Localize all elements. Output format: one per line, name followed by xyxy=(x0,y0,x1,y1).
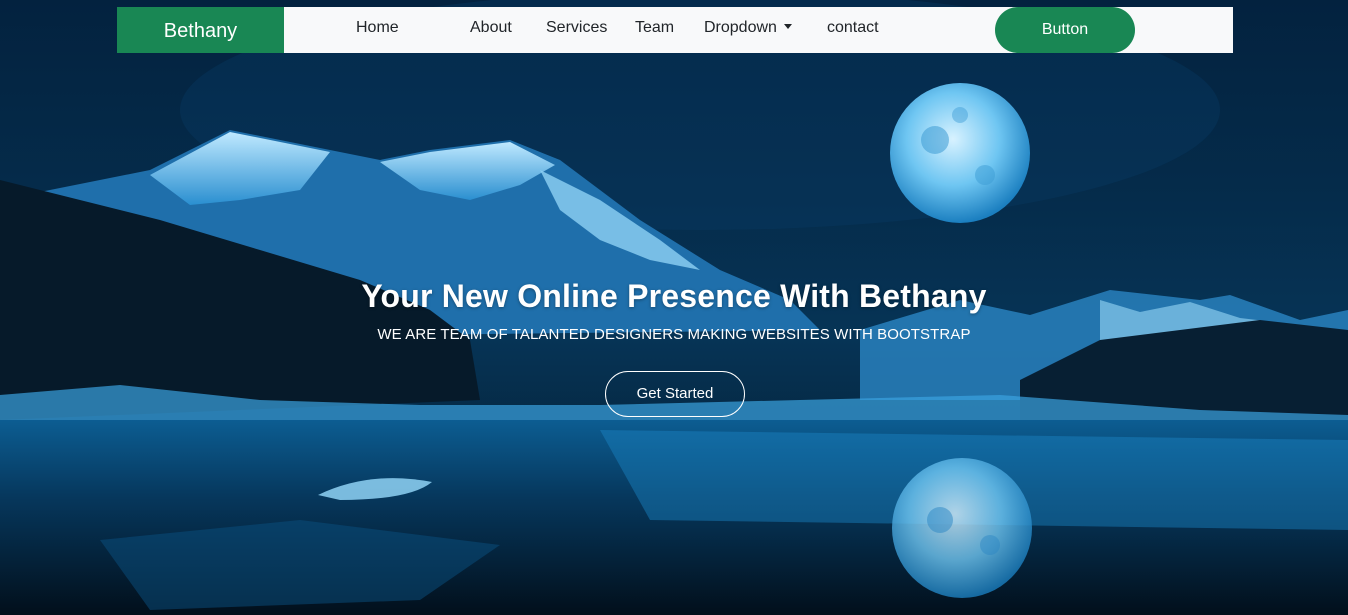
nav-dropdown-toggle[interactable]: Dropdown xyxy=(704,7,792,53)
nav-dropdown-label: Dropdown xyxy=(704,19,777,36)
nav-link-services[interactable]: Services xyxy=(546,7,607,53)
navbar: Bethany Home About Services Team Dropdow… xyxy=(117,7,1233,53)
brand-logo[interactable]: Bethany xyxy=(117,7,284,53)
hero-title: Your New Online Presence With Bethany xyxy=(361,278,987,314)
nav-link-contact[interactable]: contact xyxy=(827,7,879,53)
nav-link-about[interactable]: About xyxy=(470,7,512,53)
navbar-button[interactable]: Button xyxy=(995,7,1135,53)
hero-subtitle: WE ARE TEAM OF TALANTED DESIGNERS MAKING… xyxy=(377,326,971,343)
nav-link-team[interactable]: Team xyxy=(635,7,674,53)
caret-down-icon xyxy=(783,24,792,29)
hero-section: Bethany Home About Services Team Dropdow… xyxy=(0,0,1348,615)
get-started-button[interactable]: Get Started xyxy=(605,371,745,417)
nav-link-home[interactable]: Home xyxy=(356,7,399,53)
